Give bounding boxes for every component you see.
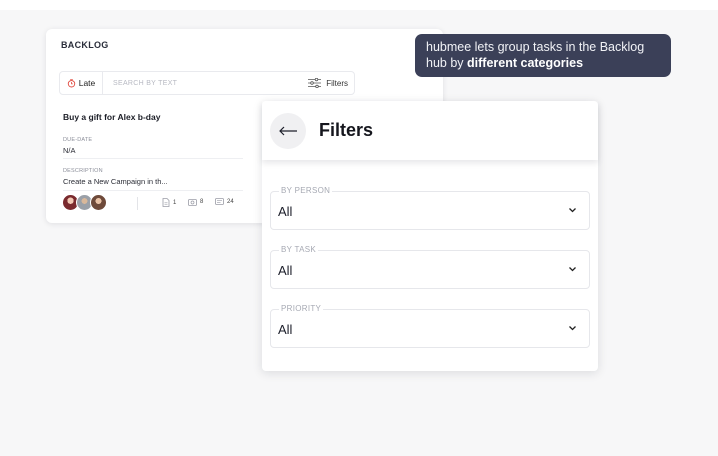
by-person-label: BY PERSON	[279, 186, 333, 195]
late-filter-button[interactable]: Late	[60, 71, 103, 95]
description-value: Create a New Campaign in th...	[63, 177, 168, 186]
chevron-down-icon	[569, 326, 576, 331]
comments-count-value: 24	[227, 199, 234, 205]
priority-label: PRIORITY	[279, 304, 324, 313]
search-input[interactable]	[103, 72, 303, 94]
camera-icon	[188, 199, 197, 206]
photos-count-value: 8	[200, 199, 204, 205]
filters-panel: Filters BY PERSON All BY TASK All PRIORI…	[262, 101, 598, 371]
files-count-value: 1	[173, 199, 177, 206]
comments-count: 24	[215, 198, 234, 206]
chevron-down-icon	[569, 208, 576, 213]
task-title: Buy a gift for Alex b-day	[63, 112, 161, 122]
task-card[interactable]: Buy a gift for Alex b-day DUE-DATE N/A D…	[57, 104, 247, 218]
stats-separator	[137, 197, 138, 210]
chevron-down-icon	[569, 267, 576, 272]
photos-count: 8	[188, 198, 203, 206]
file-icon	[162, 198, 170, 207]
backlog-title: BACKLOG	[61, 40, 109, 50]
by-task-select[interactable]: BY TASK All	[270, 245, 590, 289]
priority-select[interactable]: PRIORITY All	[270, 304, 590, 348]
description-label: DESCRIPTION	[63, 168, 103, 174]
filters-button[interactable]: Filters	[302, 71, 354, 95]
backlog-toolbar: Late Filters	[59, 71, 355, 95]
filters-title: Filters	[319, 120, 374, 140]
due-date-label: DUE-DATE	[63, 137, 93, 143]
priority-value: All	[278, 322, 293, 337]
assignee-avatars	[62, 194, 107, 211]
avatar[interactable]	[90, 194, 107, 211]
back-button[interactable]	[270, 113, 306, 149]
feature-tooltip: hubmee lets group tasks in the Backlog h…	[415, 34, 671, 77]
by-task-value: All	[278, 263, 293, 278]
task-divider	[63, 158, 243, 159]
files-count: 1	[162, 198, 176, 207]
filter-sliders-icon	[308, 78, 322, 88]
tooltip-highlight: different categories	[467, 56, 584, 70]
by-task-label: BY TASK	[279, 245, 319, 254]
late-label: Late	[78, 78, 96, 88]
task-divider	[63, 190, 243, 191]
due-date-value: N/A	[63, 146, 76, 155]
back-arrow-icon	[279, 126, 297, 136]
stage: BACKLOG Late Filters	[0, 10, 718, 456]
comment-icon	[215, 198, 224, 205]
clock-icon	[67, 78, 75, 87]
filters-label: Filters	[326, 78, 348, 88]
filters-header: Filters	[262, 101, 598, 160]
by-person-select[interactable]: BY PERSON All	[270, 186, 590, 230]
by-person-value: All	[278, 204, 293, 219]
